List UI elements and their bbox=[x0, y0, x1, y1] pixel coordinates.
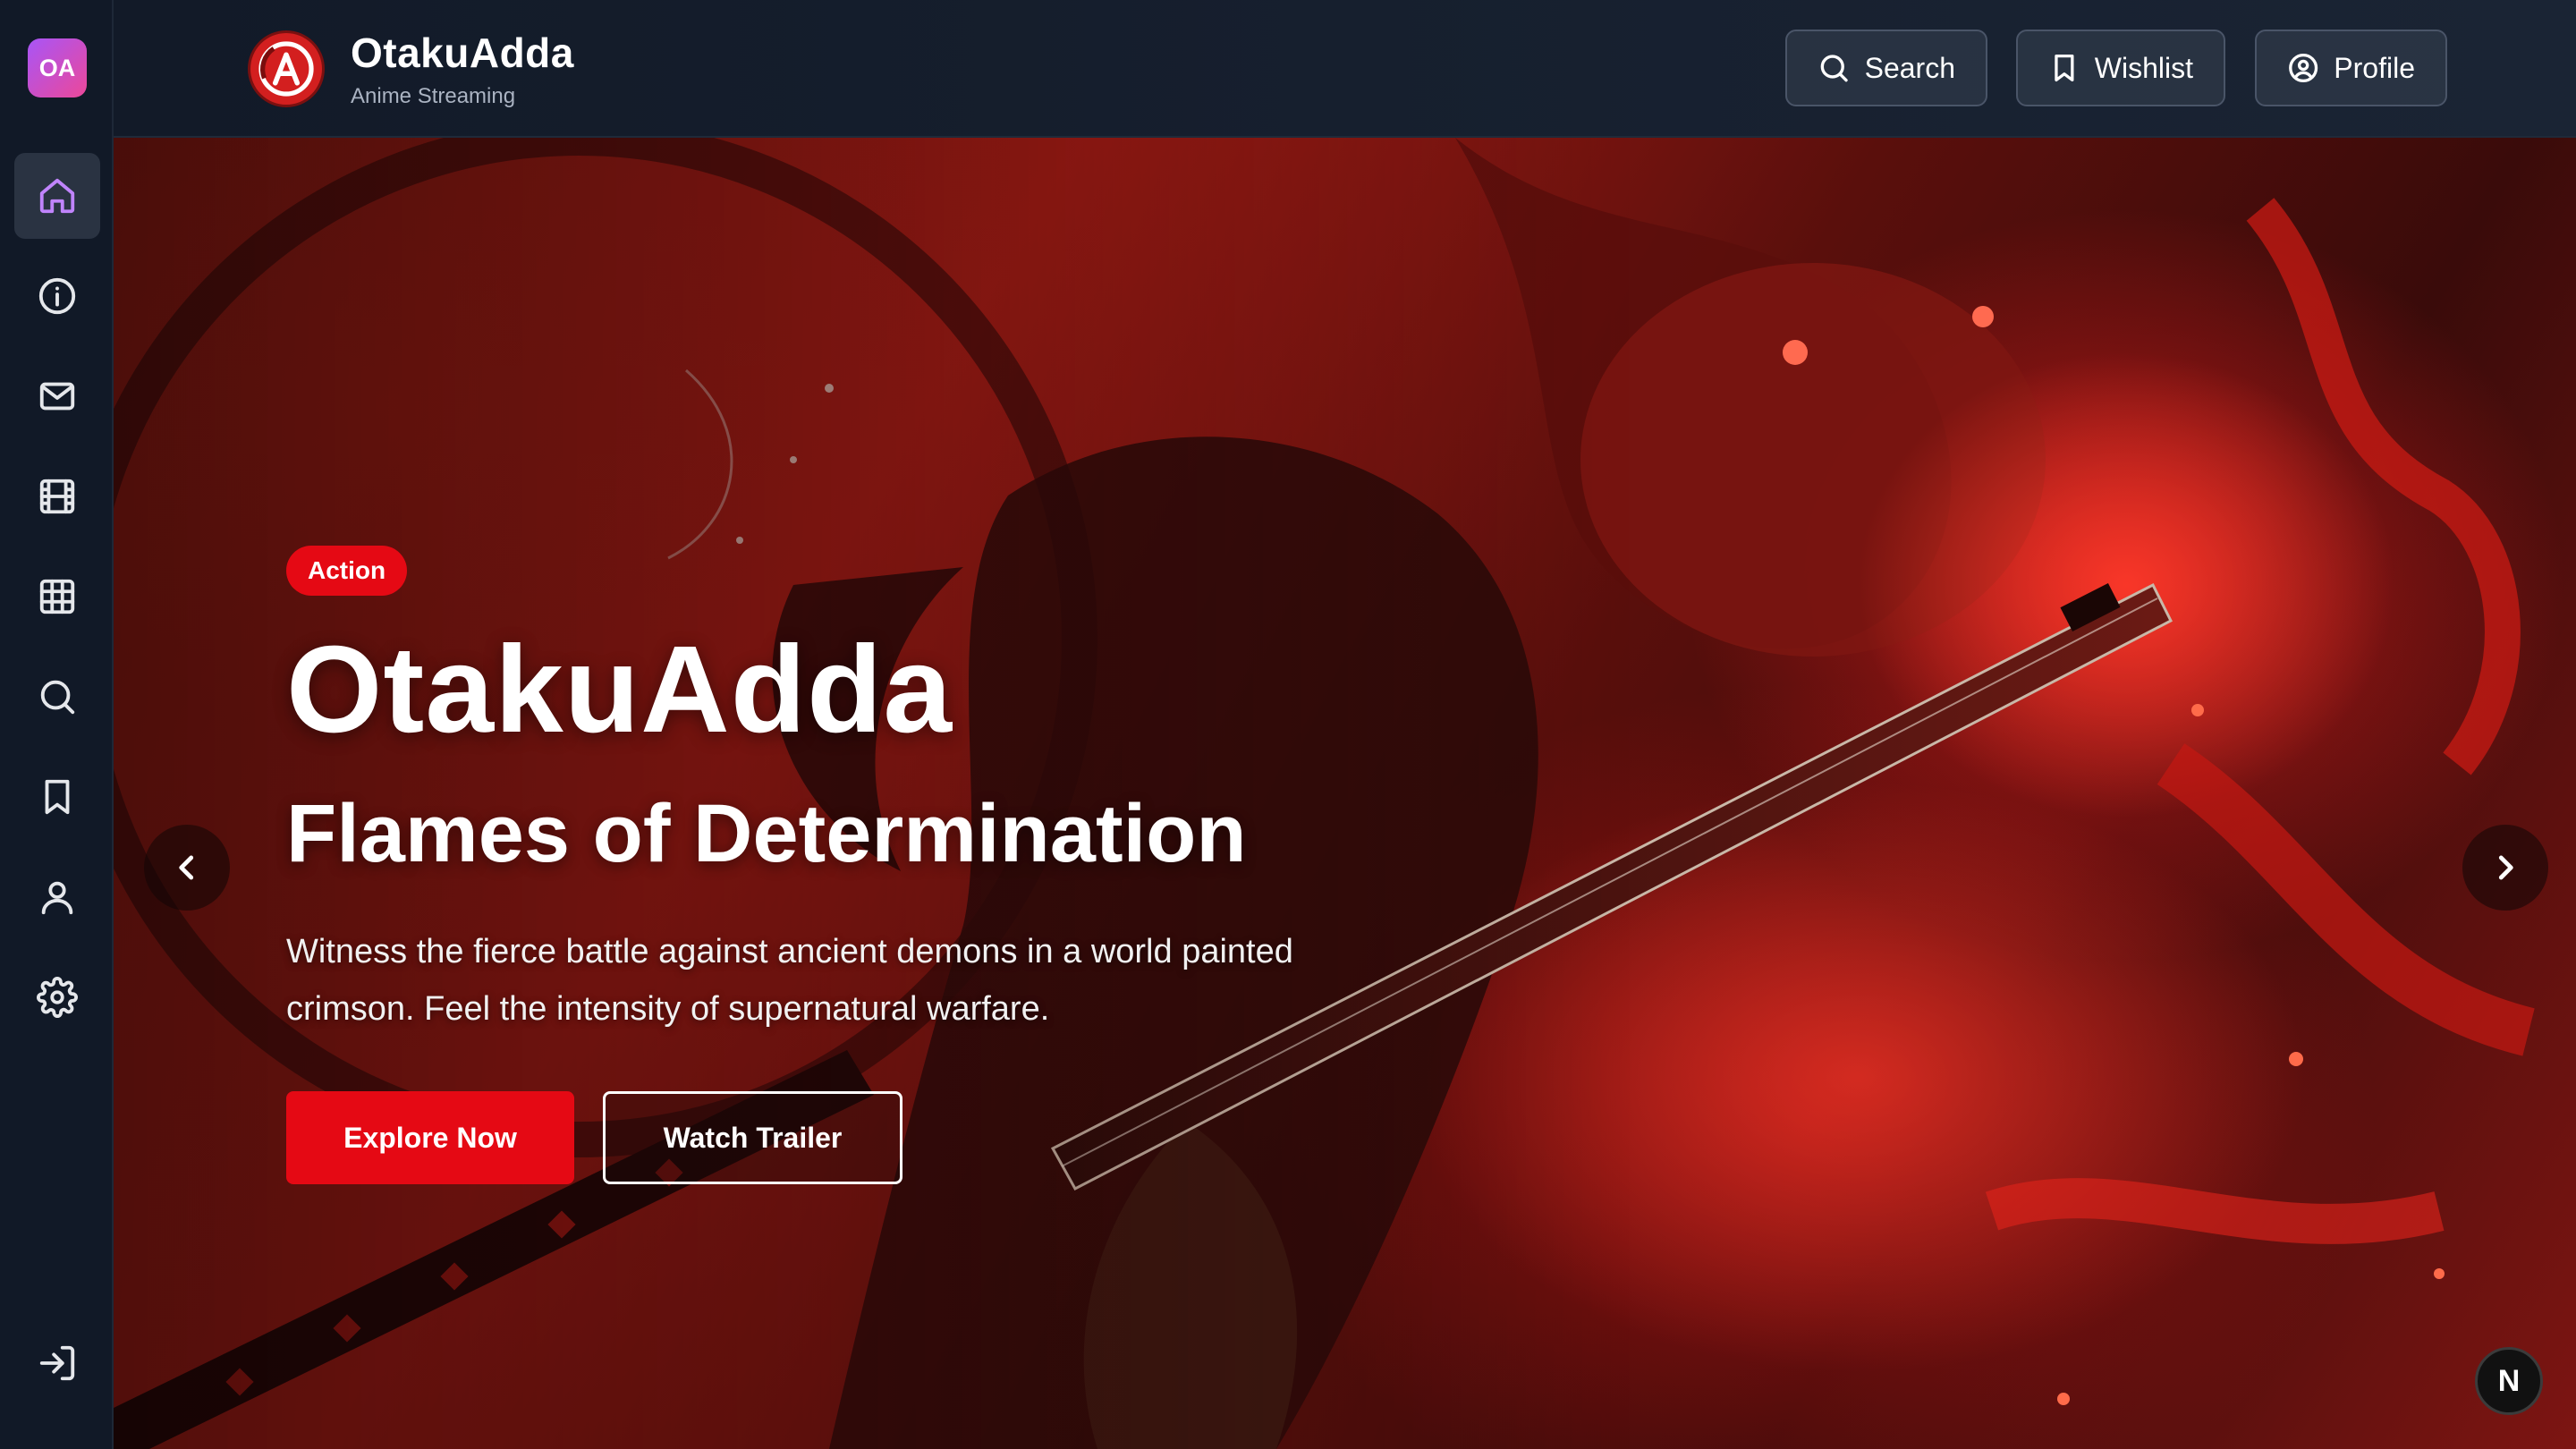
sidebar-item-contact[interactable] bbox=[14, 353, 100, 439]
search-button-label: Search bbox=[1864, 51, 1955, 84]
header-search-button[interactable]: Search bbox=[1785, 30, 1987, 106]
header-profile-button[interactable]: Profile bbox=[2255, 30, 2447, 106]
sidebar-item-login[interactable] bbox=[14, 1320, 100, 1406]
hero-title: OtakuAdda bbox=[286, 621, 953, 758]
brand-name[interactable]: OtakuAdda bbox=[351, 29, 574, 77]
carousel-prev-button[interactable] bbox=[144, 825, 230, 911]
user-circle-icon bbox=[2289, 53, 2318, 83]
sidebar-item-home[interactable] bbox=[14, 153, 100, 239]
info-icon bbox=[38, 277, 76, 315]
sidebar-item-settings[interactable] bbox=[14, 954, 100, 1040]
film-icon bbox=[39, 479, 75, 514]
genre-badge: Action bbox=[286, 546, 408, 596]
watch-trailer-button[interactable]: Watch Trailer bbox=[603, 1091, 902, 1184]
sidebar-item-profile[interactable] bbox=[14, 854, 100, 940]
sidebar-item-search[interactable] bbox=[14, 654, 100, 740]
wishlist-button-label: Wishlist bbox=[2094, 51, 2193, 84]
header-wishlist-button[interactable]: Wishlist bbox=[2016, 30, 2225, 106]
chevron-left-icon bbox=[179, 855, 194, 880]
top-header: OtakuAdda Anime Streaming Search Wishlis… bbox=[114, 0, 2576, 138]
login-icon bbox=[39, 1345, 75, 1381]
hero-description: Witness the fierce battle against ancien… bbox=[286, 933, 1293, 1028]
n-badge[interactable]: N bbox=[2475, 1347, 2543, 1415]
bookmark-icon bbox=[45, 779, 70, 815]
gear-icon bbox=[37, 977, 78, 1018]
chevron-right-icon bbox=[2498, 855, 2513, 880]
sidebar-item-about[interactable] bbox=[14, 253, 100, 339]
explore-now-button[interactable]: Explore Now bbox=[286, 1091, 574, 1184]
user-icon bbox=[41, 881, 73, 915]
sidebar: OA bbox=[0, 0, 114, 1449]
brand-a-icon bbox=[258, 41, 314, 97]
profile-button-label: Profile bbox=[2334, 51, 2415, 84]
home-icon bbox=[39, 178, 75, 214]
grid-icon bbox=[39, 579, 75, 614]
sidebar-item-wishlist[interactable] bbox=[14, 754, 100, 840]
brand-logo[interactable] bbox=[250, 33, 322, 105]
bookmark-icon bbox=[2055, 54, 2074, 82]
hero-subtitle: Flames of Determination bbox=[286, 788, 1247, 879]
app-root: OA OtakuAdda Anime Streaming Search Wish… bbox=[0, 0, 2576, 1449]
sidebar-logo[interactable]: OA bbox=[28, 38, 87, 97]
brand-tagline: Anime Streaming bbox=[351, 84, 516, 108]
sidebar-item-categories[interactable] bbox=[14, 554, 100, 640]
mail-icon bbox=[39, 382, 75, 411]
hero-banner: Action OtakuAdda Flames of Determination… bbox=[114, 138, 2576, 1449]
search-icon bbox=[1820, 55, 1848, 82]
sidebar-item-movies[interactable] bbox=[14, 453, 100, 539]
carousel-next-button[interactable] bbox=[2462, 825, 2548, 911]
search-icon bbox=[40, 680, 75, 715]
